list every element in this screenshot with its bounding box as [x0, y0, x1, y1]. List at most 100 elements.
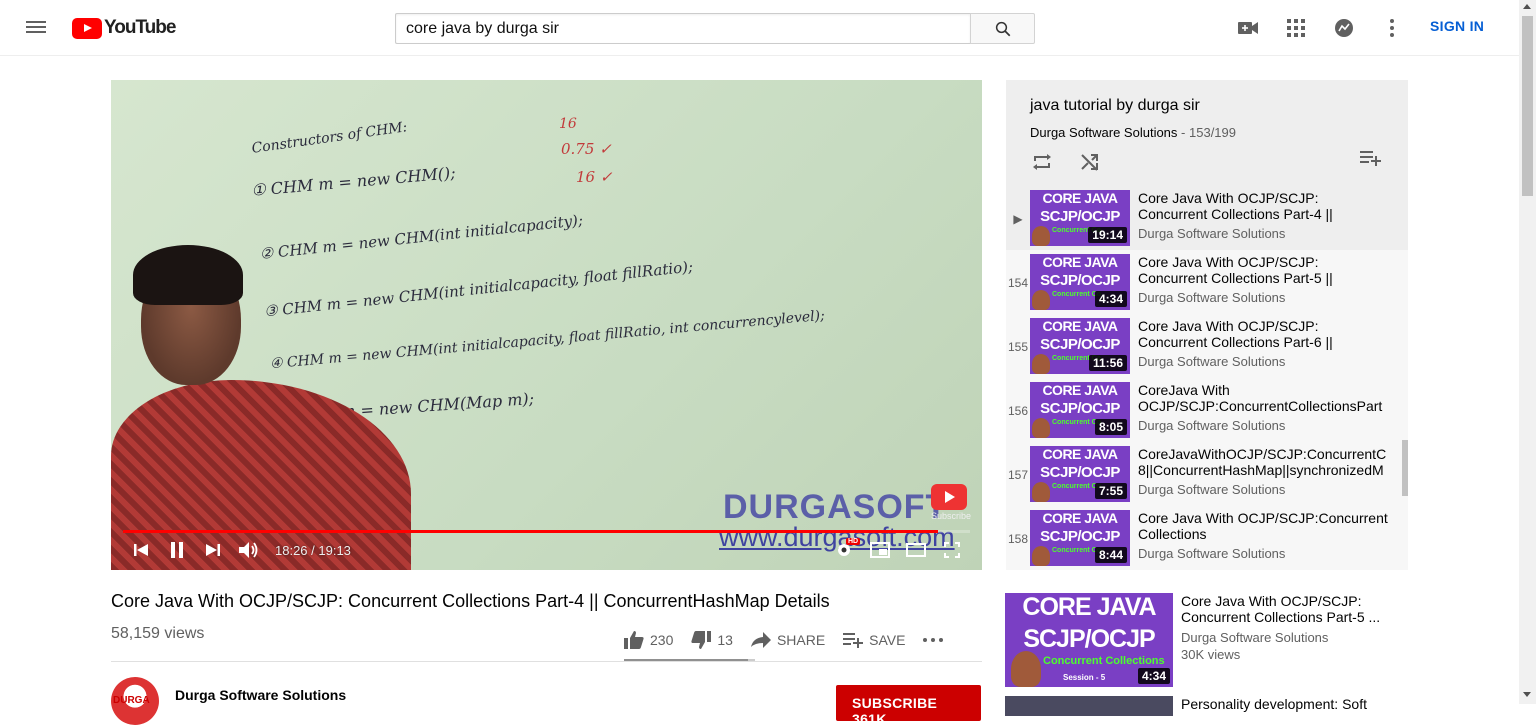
- playlist-item[interactable]: 156 CORE JAVA SCJP/OCJP Concurrent Co 8:05 Co…: [1006, 378, 1408, 442]
- pause-icon[interactable]: [159, 538, 195, 562]
- thumb-topic: Concurrent Co: [1052, 291, 1101, 298]
- masthead: YouTube SIGN IN: [0, 0, 1519, 56]
- page-scroll-thumb[interactable]: [1522, 16, 1533, 196]
- save-button[interactable]: SAVE: [843, 632, 905, 648]
- progress-fill: [123, 530, 939, 533]
- playlist-item-thumbnail[interactable]: CORE JAVA SCJP/OCJP Concurrent Co 11:56: [1030, 318, 1130, 374]
- playlist-title[interactable]: java tutorial by durga sir: [1030, 97, 1200, 115]
- playlist-item-index: 154: [1007, 276, 1029, 290]
- thumb-text-line2: SCJP/OCJP: [1023, 625, 1155, 653]
- playlist-scroll-thumb[interactable]: [1402, 440, 1408, 496]
- next-icon[interactable]: [195, 538, 231, 562]
- thumb-presenter-face: [1032, 290, 1050, 310]
- scroll-down-arrow-icon[interactable]: [1523, 692, 1531, 697]
- dislike-button[interactable]: 13: [691, 630, 733, 650]
- sign-in-button[interactable]: SIGN IN: [1430, 18, 1484, 34]
- hd-badge: HD: [846, 538, 861, 545]
- more-vert-icon[interactable]: [1380, 16, 1404, 40]
- view-count: 58,159 views: [111, 625, 205, 642]
- menu-icon[interactable]: [24, 18, 48, 38]
- board-annotation-3: 16 ✓: [576, 168, 613, 186]
- loop-icon[interactable]: [1030, 150, 1054, 174]
- recommendation-item[interactable]: CORE JAVA SCJP/OCJP Concurrent Collectio…: [1005, 593, 1405, 688]
- playlist-item-title[interactable]: Core Java With OCJP/SCJP: Concurrent Col…: [1138, 254, 1388, 286]
- apps-grid-icon[interactable]: [1284, 16, 1308, 40]
- youtube-logo[interactable]: YouTube: [72, 17, 176, 39]
- playlist-item[interactable]: 155 CORE JAVA SCJP/OCJP Concurrent Co 11:56 C…: [1006, 314, 1408, 378]
- playlist-item-title[interactable]: Core Java With OCJP/SCJP: Concurrent Col…: [1138, 190, 1388, 222]
- search-button[interactable]: [970, 13, 1035, 44]
- duration-badge: 7:55: [1094, 483, 1127, 499]
- subscribe-overlay-icon[interactable]: [931, 484, 967, 510]
- playlist-item-text: Core Java With OCJP/SCJP: Concurrent Col…: [1138, 318, 1388, 369]
- thumb-text-line2: SCJP/OCJP: [1040, 528, 1120, 545]
- thumb-text-line1: CORE JAVA: [1042, 382, 1118, 398]
- recommendation-title[interactable]: Core Java With OCJP/SCJP: Concurrent Col…: [1181, 593, 1401, 625]
- playlist-item-text: Core Java With OCJP/SCJP: Concurrent Col…: [1138, 254, 1388, 305]
- playlist-position: 153/199: [1189, 125, 1236, 140]
- playlist-item-title[interactable]: CoreJava With OCJP/SCJP:ConcurrentCollec…: [1138, 382, 1388, 414]
- dislike-count: 13: [717, 632, 733, 648]
- scroll-up-arrow-icon[interactable]: [1523, 4, 1531, 9]
- recommendation-thumbnail[interactable]: [1005, 696, 1173, 716]
- playlist-header: java tutorial by durga sir Durga Softwar…: [1006, 80, 1408, 186]
- recommendation-title[interactable]: Personality development: Soft: [1181, 696, 1367, 716]
- playlist-item-channel: Durga Software Solutions: [1138, 482, 1286, 497]
- thumb-presenter-face: [1032, 546, 1050, 566]
- playlist-item[interactable]: 154 CORE JAVA SCJP/OCJP Concurrent Co 4:34 Co…: [1006, 250, 1408, 314]
- playlist-item-thumbnail[interactable]: CORE JAVA SCJP/OCJP Concurrent Co 8:44: [1030, 510, 1130, 566]
- settings-gear-icon[interactable]: HD: [826, 538, 862, 562]
- playlist-owner[interactable]: Durga Software Solutions: [1030, 125, 1177, 140]
- playlist-item-channel: Durga Software Solutions: [1138, 226, 1286, 241]
- recommendation-item[interactable]: Personality development: Soft: [1005, 696, 1405, 716]
- shuffle-icon[interactable]: [1078, 150, 1102, 174]
- thumb-presenter-face: [1032, 482, 1050, 502]
- page-scrollbar[interactable]: [1519, 0, 1536, 704]
- progress-bar[interactable]: [123, 530, 970, 533]
- playlist-item[interactable]: 157 CORE JAVA SCJP/OCJP Concurrent Co 7:55 Co…: [1006, 442, 1408, 506]
- thumb-presenter-face: [1032, 418, 1050, 438]
- channel-name[interactable]: Durga Software Solutions: [175, 687, 346, 703]
- save-playlist-icon[interactable]: [1360, 150, 1384, 174]
- duration-badge: 8:44: [1094, 547, 1127, 563]
- like-button[interactable]: 230: [624, 630, 673, 650]
- board-line-1: ① CHM m = new CHM();: [250, 163, 457, 200]
- playlist-item-title[interactable]: Core Java With OCJP/SCJP:Concurrent Coll…: [1138, 510, 1388, 542]
- playlist-item-thumbnail[interactable]: CORE JAVA SCJP/OCJP Concurrent Co 7:55: [1030, 446, 1130, 502]
- playlist-item-index: 155: [1007, 340, 1029, 354]
- thumb-topic: Concurrent Co: [1052, 483, 1101, 490]
- share-label: SHARE: [776, 632, 826, 648]
- board-line-2: ② CHM m = new CHM(int initialcapacity);: [258, 211, 584, 263]
- playlist-item[interactable]: ▶ CORE JAVA SCJP/OCJP Concurrent Co 19:14 Cor…: [1006, 186, 1408, 250]
- playlist-item-channel: Durga Software Solutions: [1138, 354, 1286, 369]
- volume-icon[interactable]: [231, 538, 267, 562]
- playlist-add-icon: [843, 633, 864, 648]
- previous-icon[interactable]: [123, 538, 159, 562]
- thumb-text-line1: CORE JAVA: [1042, 318, 1118, 334]
- messages-icon[interactable]: [1332, 16, 1356, 40]
- video-player[interactable]: Constructors of CHM: ① CHM m = new CHM()…: [111, 80, 982, 570]
- share-button[interactable]: SHARE: [750, 632, 826, 648]
- more-actions-icon[interactable]: [923, 638, 949, 642]
- playlist-item-index: ▶: [1013, 212, 1023, 226]
- playlist-item-thumbnail[interactable]: CORE JAVA SCJP/OCJP Concurrent Co 4:34: [1030, 254, 1130, 310]
- recommendation-channel[interactable]: Durga Software Solutions: [1181, 630, 1401, 645]
- theater-mode-icon[interactable]: [898, 538, 934, 562]
- subscribe-overlay-label: Subscribe: [931, 511, 972, 521]
- search-input[interactable]: [395, 13, 970, 44]
- recommendation-thumbnail[interactable]: CORE JAVA SCJP/OCJP Concurrent Collectio…: [1005, 593, 1173, 687]
- playlist-item-thumbnail[interactable]: CORE JAVA SCJP/OCJP Concurrent Co 19:14: [1030, 190, 1130, 246]
- playlist-item-title[interactable]: CoreJavaWithOCJP/SCJP:ConcurrentC 8||Con…: [1138, 446, 1388, 478]
- create-video-icon[interactable]: [1236, 16, 1260, 40]
- miniplayer-icon[interactable]: [862, 538, 898, 562]
- thumb-text-line2: SCJP/OCJP: [1040, 208, 1120, 225]
- board-heading: Constructors of CHM:: [250, 119, 409, 157]
- fullscreen-icon[interactable]: [934, 538, 970, 562]
- channel-avatar[interactable]: DURGA: [111, 677, 159, 725]
- search-box: [395, 13, 1035, 44]
- playlist-item[interactable]: 158 CORE JAVA SCJP/OCJP Concurrent Co 8:44 Co…: [1006, 506, 1408, 570]
- subscribe-button[interactable]: SUBSCRIBE 361K: [836, 685, 981, 727]
- playlist-item-thumbnail[interactable]: CORE JAVA SCJP/OCJP Concurrent Co 8:05: [1030, 382, 1130, 438]
- playlist-item-title[interactable]: Core Java With OCJP/SCJP: Concurrent Col…: [1138, 318, 1388, 350]
- like-count: 230: [650, 632, 674, 648]
